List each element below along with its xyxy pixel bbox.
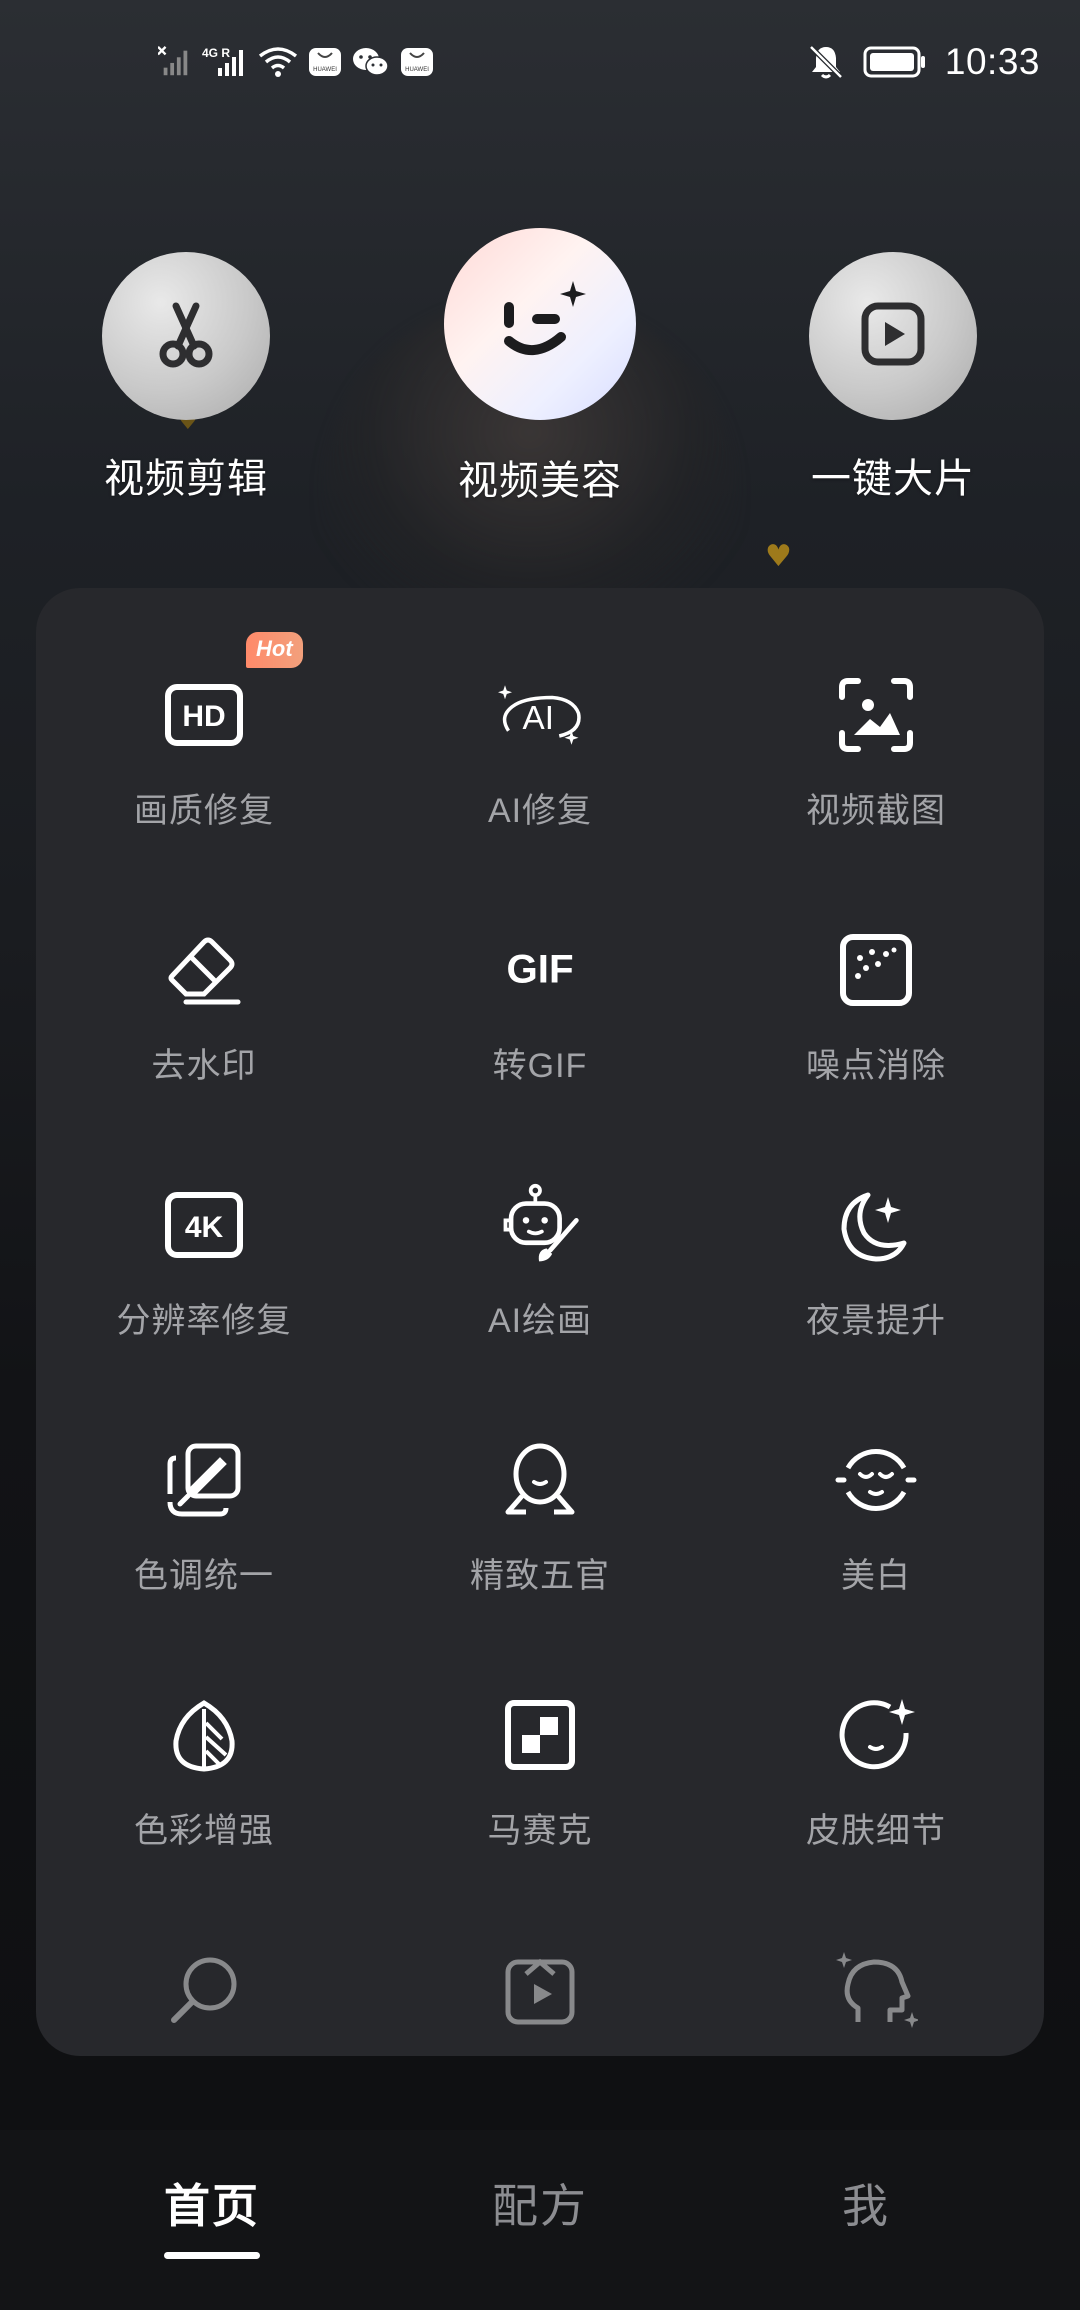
feature-circle-active bbox=[444, 228, 636, 420]
status-bar-left: 4G R HUAWEI HUAWEI bbox=[158, 42, 434, 82]
feature-video-beauty[interactable]: 视频美容 bbox=[420, 228, 660, 520]
tool-skin-detail[interactable]: 皮肤细节 bbox=[708, 1608, 1044, 1863]
face-outline-icon bbox=[498, 1438, 582, 1522]
feature-label: 一键大片 bbox=[811, 456, 975, 502]
huawei-app-label: HUAWEI bbox=[313, 67, 337, 73]
tool-label: 美白 bbox=[841, 1557, 911, 1595]
hd-icon: HD bbox=[162, 673, 246, 757]
bottom-nav: 首页 配方 我 bbox=[0, 2130, 1080, 2310]
screenshot-icon bbox=[834, 673, 918, 757]
tool-ai-painting[interactable]: AI绘画 bbox=[372, 1098, 708, 1353]
wink-face-icon bbox=[485, 267, 595, 381]
gif-icon: GIF bbox=[498, 928, 582, 1012]
gif-icon-text: GIF bbox=[506, 946, 573, 991]
nav-active-indicator bbox=[164, 2252, 260, 2259]
no-sim-signal-icon bbox=[158, 45, 192, 79]
tool-partial-head-sparkle[interactable] bbox=[708, 1863, 1044, 2056]
nav-label: 首页 bbox=[164, 2179, 260, 2233]
tool-label: AI绘画 bbox=[487, 1302, 593, 1340]
feature-video-edit[interactable]: 视频剪辑 bbox=[66, 250, 306, 520]
mosaic-icon bbox=[498, 1693, 582, 1777]
tool-remove-watermark[interactable]: 去水印 bbox=[36, 843, 372, 1098]
huawei-app-label: HUAWEI bbox=[405, 67, 429, 73]
tool-ai-repair[interactable]: AI AI修复 bbox=[372, 588, 708, 843]
moon-sparkle-icon bbox=[834, 1183, 918, 1267]
background-heart-decoration: ♥ bbox=[765, 539, 792, 574]
color-picker-icon bbox=[162, 1438, 246, 1522]
tool-video-screenshot[interactable]: 视频截图 bbox=[708, 588, 1044, 843]
nav-label: 我 bbox=[842, 2179, 890, 2233]
feature-circle bbox=[102, 252, 270, 420]
wifi-icon bbox=[258, 45, 298, 79]
tool-label: 色调统一 bbox=[134, 1557, 274, 1595]
tool-quality-repair[interactable]: HD 画质修复 Hot bbox=[36, 588, 372, 843]
tool-noise-removal[interactable]: 噪点消除 bbox=[708, 843, 1044, 1098]
wechat-icon bbox=[352, 45, 390, 79]
tool-label: 皮肤细节 bbox=[806, 1812, 946, 1850]
status-bar-right: 10:33 bbox=[807, 38, 1040, 86]
tool-night-enhance[interactable]: 夜景提升 bbox=[708, 1098, 1044, 1353]
face-sparkle-icon bbox=[834, 1693, 918, 1777]
tool-to-gif[interactable]: GIF 转GIF bbox=[372, 843, 708, 1098]
status-bar: 4G R HUAWEI HUAWEI 10:33 bbox=[0, 0, 1080, 120]
battery-icon bbox=[863, 45, 927, 79]
whitening-face-icon bbox=[834, 1438, 918, 1522]
tool-mosaic[interactable]: 马赛克 bbox=[372, 1608, 708, 1863]
network-type-label: 4G R bbox=[202, 46, 230, 60]
nav-recipes[interactable]: 配方 bbox=[440, 2170, 640, 2290]
tool-label: 画质修复 bbox=[134, 792, 274, 830]
feature-one-click-film[interactable]: 一键大片 bbox=[773, 250, 1013, 520]
eraser-icon bbox=[162, 928, 246, 1012]
huawei-app-icon: HUAWEI bbox=[308, 45, 342, 79]
ai-sparkle-icon: AI bbox=[498, 673, 582, 757]
ai-icon-text: AI bbox=[523, 700, 554, 737]
huawei-app-icon: HUAWEI bbox=[400, 45, 434, 79]
tool-resolution-repair[interactable]: 4K 分辨率修复 bbox=[36, 1098, 372, 1353]
video-upscale-icon bbox=[498, 1948, 582, 2032]
tool-partial-video-upscale[interactable] bbox=[372, 1863, 708, 2056]
tool-label: 夜景提升 bbox=[806, 1302, 946, 1340]
tool-tone-unify[interactable]: 色调统一 bbox=[36, 1353, 372, 1608]
tool-whitening[interactable]: 美白 bbox=[708, 1353, 1044, 1608]
tool-label: 色彩增强 bbox=[134, 1812, 274, 1850]
hot-badge: Hot bbox=[246, 632, 303, 668]
play-square-icon bbox=[853, 294, 933, 378]
robot-brush-icon bbox=[498, 1183, 582, 1267]
scissors-icon bbox=[146, 294, 226, 378]
4k-icon-text: 4K bbox=[185, 1211, 224, 1244]
app-screen: ♥ ♥ 4G R HUAWEI HUAWEI 10:33 视频剪辑 视频美容 一… bbox=[0, 0, 1080, 2310]
tool-color-enhance[interactable]: 色彩增强 bbox=[36, 1608, 372, 1863]
tool-label: AI修复 bbox=[487, 792, 593, 830]
tools-panel: HD 画质修复 Hot AI AI修复 视频截图 去水印 GIF 转GIF 噪点… bbox=[36, 588, 1044, 2056]
tool-label: 噪点消除 bbox=[806, 1047, 946, 1085]
tool-label: 分辨率修复 bbox=[116, 1302, 292, 1340]
tool-label: 视频截图 bbox=[806, 792, 946, 830]
4k-icon: 4K bbox=[162, 1183, 246, 1267]
leaf-icon bbox=[162, 1693, 246, 1777]
status-time: 10:33 bbox=[944, 41, 1040, 82]
signal-icon: 4G R bbox=[202, 45, 248, 79]
nav-me[interactable]: 我 bbox=[766, 2170, 966, 2290]
nav-home[interactable]: 首页 bbox=[112, 2170, 312, 2290]
tool-label: 马赛克 bbox=[487, 1812, 593, 1850]
nav-label: 配方 bbox=[492, 2179, 588, 2233]
feature-label: 视频美容 bbox=[458, 458, 622, 504]
hd-icon-text: HD bbox=[182, 700, 225, 733]
tool-label: 精致五官 bbox=[470, 1557, 610, 1595]
tool-refine-features[interactable]: 精致五官 bbox=[372, 1353, 708, 1608]
tool-partial-search[interactable] bbox=[36, 1863, 372, 2056]
tool-label: 去水印 bbox=[151, 1047, 257, 1085]
search-icon bbox=[162, 1948, 246, 2032]
feature-label: 视频剪辑 bbox=[104, 456, 268, 502]
feature-circle bbox=[809, 252, 977, 420]
tool-label: 转GIF bbox=[492, 1047, 588, 1085]
bell-muted-icon bbox=[807, 43, 845, 81]
head-sparkle-icon bbox=[834, 1948, 918, 2032]
noise-icon bbox=[834, 928, 918, 1012]
